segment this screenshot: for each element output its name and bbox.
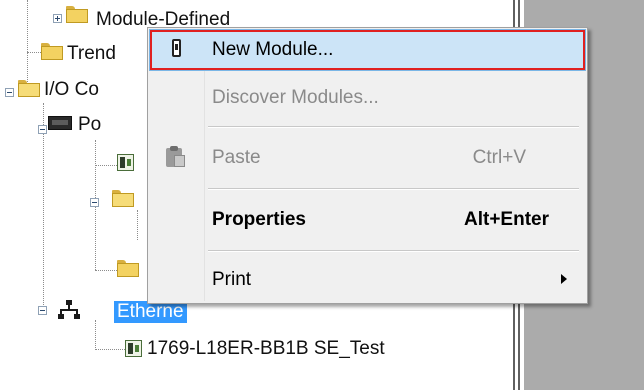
module-icon (117, 154, 134, 171)
menu-item-properties[interactable]: Properties Alt+Enter (148, 200, 587, 240)
tree-connector (43, 103, 44, 313)
menu-separator (208, 126, 579, 128)
tree-item-ethernet[interactable]: Etherne (114, 301, 187, 323)
tree-item-controller-module[interactable]: 1769-L18ER-BB1B SE_Test (147, 338, 385, 360)
paste-icon (166, 146, 186, 168)
tree-item-trends[interactable]: Trend (67, 43, 116, 65)
menu-separator (208, 188, 579, 190)
tree-connector (95, 320, 96, 348)
expand-toggle[interactable] (53, 14, 62, 23)
tree-connector (137, 210, 138, 240)
tree-connector (95, 349, 125, 350)
menu-item-print[interactable]: Print (148, 260, 587, 300)
backplane-icon (48, 116, 72, 130)
menu-item-shortcut: Ctrl+V (472, 147, 526, 168)
controller-module-icon (125, 340, 142, 357)
submenu-arrow-icon (561, 274, 567, 284)
context-menu: New Module... Discover Modules... Paste … (147, 27, 588, 304)
tree-connector (27, 52, 41, 53)
collapse-toggle[interactable] (38, 306, 47, 315)
menu-separator (208, 250, 579, 252)
folder-icon (117, 260, 139, 277)
menu-item-label: Print (212, 269, 252, 290)
highlight-annotation-frame (150, 30, 585, 70)
menu-item-shortcut: Alt+Enter (464, 209, 549, 230)
tree-connector (95, 270, 117, 271)
menu-item-label: Paste (212, 147, 261, 168)
collapse-toggle[interactable] (90, 198, 99, 207)
menu-item-paste[interactable]: Paste Ctrl+V (148, 138, 587, 178)
tree-item-io-configuration[interactable]: I/O Co (44, 79, 99, 101)
menu-item-label: Discover Modules... (212, 87, 379, 108)
open-folder-icon (18, 80, 40, 97)
menu-item-discover-modules[interactable]: Discover Modules... (148, 78, 587, 118)
menu-item-label: Properties (212, 209, 306, 230)
collapse-toggle[interactable] (38, 125, 47, 134)
open-folder-icon (112, 190, 134, 207)
module-defined-folder-icon (66, 6, 94, 24)
tree-connector (95, 165, 117, 166)
ethernet-network-icon (58, 300, 80, 320)
folder-icon (41, 43, 63, 60)
tree-item-point-io[interactable]: Po (78, 114, 101, 136)
collapse-toggle[interactable] (5, 88, 14, 97)
